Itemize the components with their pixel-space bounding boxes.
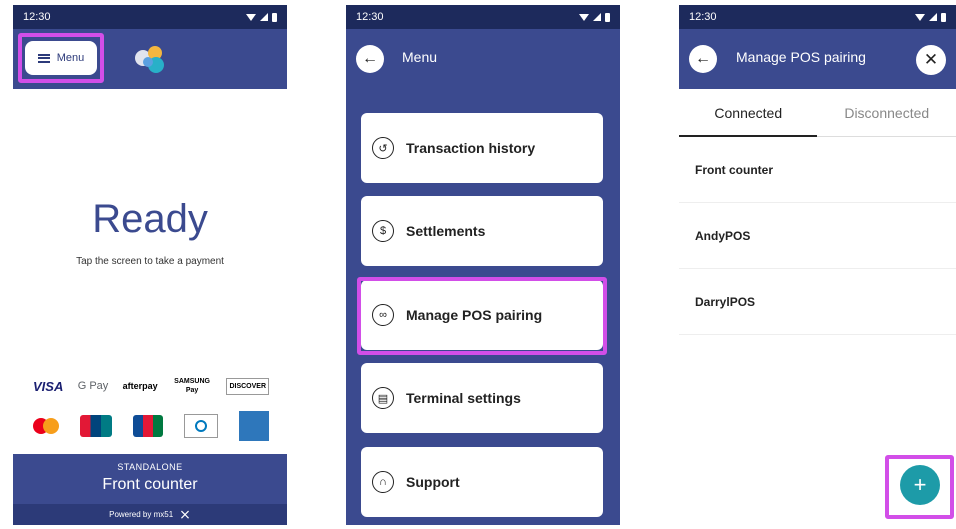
amex-logo [239,411,269,441]
menu-screen: 12:30 ← Menu ↺ Transaction history $ Set… [346,5,620,525]
battery-icon [272,12,277,22]
unionpay-logo [80,415,112,437]
manage-pos-pairing-screen: 12:30 ← Manage POS pairing ✕ Connected D… [679,5,956,525]
menu-item-support[interactable]: ∩ Support [361,447,603,517]
jcb-logo [133,415,163,437]
mx51-icon: ⨯ [179,506,191,522]
list-item[interactable]: AndyPOS [679,203,956,269]
terminal-name: Front counter [102,476,198,493]
tab-disconnected[interactable]: Disconnected [818,89,956,136]
signal-icon [260,13,268,21]
powered-by: Powered by mx51 ⨯ [13,504,287,525]
terminal-mode: STANDALONE [117,462,183,472]
tap-hint: Tap the screen to take a payment [76,256,224,267]
wifi-icon [915,13,925,21]
wifi-icon [579,13,589,21]
add-pairing-button[interactable]: + [900,465,940,505]
page-title: Menu [402,49,438,65]
terminal-footer: STANDALONE Front counter [13,454,287,504]
wifi-icon [246,13,256,21]
samsung-pay-logo: SAMSUNG Pay [174,378,210,394]
card-logos: VISA G Pay afterpay SAMSUNG Pay DISCOVER [33,371,269,451]
status-time: 12:30 [356,11,384,23]
back-button[interactable]: ← [689,45,717,73]
close-icon: ✕ [923,50,939,69]
afterpay-logo: afterpay [122,381,158,391]
header: ← Manage POS pairing ✕ [679,29,956,89]
ready-screen: 12:30 Menu Ready Tap the screen to take … [13,5,287,525]
brand-logo [135,46,164,73]
highlight-box [357,277,607,355]
status-bar: 12:30 [679,5,956,29]
battery-icon [941,12,946,22]
plus-icon: + [913,472,927,497]
list-item[interactable]: Front counter [679,137,956,203]
header: Menu [13,29,287,89]
tab-bar: Connected Disconnected [679,89,956,137]
signal-icon [929,13,937,21]
menu-item-settlements[interactable]: $ Settlements [361,196,603,266]
headset-icon: ∩ [372,471,394,493]
visa-logo: VISA [33,378,64,394]
mastercard-logo [33,418,59,434]
back-button[interactable]: ← [356,45,384,73]
battery-icon [605,12,610,22]
arrow-left-icon: ← [362,50,378,67]
menu-item-transaction-history[interactable]: ↺ Transaction history [361,113,603,183]
ready-title: Ready [92,197,208,241]
settlements-icon: $ [372,220,394,242]
terminal-icon: ▤ [372,387,394,409]
active-tab-indicator [679,135,817,137]
status-time: 12:30 [689,11,717,23]
page-title: Manage POS pairing [736,49,866,65]
menu-item-terminal-settings[interactable]: ▤ Terminal settings [361,363,603,433]
signal-icon [593,13,601,21]
discover-logo: DISCOVER [226,377,269,395]
diners-club-logo [184,414,218,438]
gpay-logo: G Pay [77,380,109,392]
header: ← Menu [346,29,620,89]
list-item[interactable]: DarrylPOS [679,269,956,335]
close-button[interactable]: ✕ [916,45,946,75]
history-icon: ↺ [372,137,394,159]
tab-connected[interactable]: Connected [679,89,818,136]
powered-text: Powered by mx51 [109,510,174,519]
ready-area[interactable]: Ready Tap the screen to take a payment V… [13,89,287,454]
arrow-left-icon: ← [695,50,711,67]
highlight-box [18,33,104,83]
status-bar: 12:30 [346,5,620,29]
status-time: 12:30 [23,11,51,23]
status-bar: 12:30 [13,5,287,29]
